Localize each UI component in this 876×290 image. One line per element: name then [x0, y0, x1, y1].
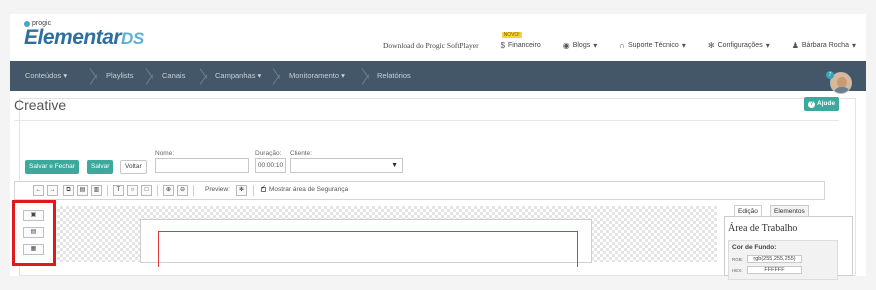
financeiro-link[interactable]: NOVO! $ Financeiro: [500, 32, 541, 50]
user-label: Bárbara Rocha: [801, 42, 849, 49]
side-tools-panel: ▣ ▤ ▦: [12, 200, 56, 266]
blogs-label: Blogs: [572, 42, 591, 49]
preview-gear-icon[interactable]: ✻: [236, 185, 247, 196]
toolbar-separator: [193, 185, 194, 196]
user-menu[interactable]: ♟ Bárbara Rocha ▾: [792, 41, 856, 50]
bg-color-header: Cor de Fundo:: [732, 244, 777, 251]
app-header: progic ElementarDS Download do Progic So…: [10, 14, 866, 61]
nav-canais[interactable]: Canais: [162, 61, 185, 91]
properties-panel: Edição Elementos Área de Trabalho Cor de…: [724, 205, 853, 280]
nav-separator: [200, 61, 212, 91]
new-badge: NOVO!: [501, 32, 522, 38]
name-label: Nome:: [155, 150, 175, 157]
hex-label: HEX:: [732, 268, 743, 273]
caret-down-icon: ▾: [257, 71, 262, 80]
financeiro-label: Financeiro: [508, 42, 541, 49]
rgb-input[interactable]: rgb(255,255,255): [747, 255, 802, 263]
config-label: Configurações: [717, 42, 763, 49]
nav-campanhas[interactable]: Campanhas ▾: [215, 61, 261, 91]
workspace-sheet[interactable]: [140, 219, 592, 267]
gear-icon: ✻: [707, 41, 715, 50]
save-button[interactable]: Salvar: [87, 160, 114, 174]
safety-area: [158, 231, 578, 267]
page-title: Creative: [14, 97, 67, 113]
editor-toolbar: ← → ⧉ ▤ ▥ T ○ □ ⊕ ⊖ Preview: ✻ Mostrar á…: [14, 181, 825, 200]
divider: [14, 120, 839, 121]
hex-input[interactable]: FFFFFF: [747, 266, 802, 274]
top-nav: Download do Progic SoftPlayer NOVO! $ Fi…: [361, 28, 856, 50]
headset-icon: ∩: [619, 41, 625, 50]
caret-down-icon: ▾: [341, 71, 345, 80]
background-color-box: Cor de Fundo: RGB: rgb(255,255,255) HEX:…: [728, 240, 838, 280]
user-icon: ♟: [791, 41, 799, 50]
editor-canvas[interactable]: [57, 206, 717, 267]
rss-icon: ◉: [562, 41, 570, 50]
back-button[interactable]: Voltar: [120, 160, 147, 174]
duration-label: Duração:: [255, 150, 282, 157]
main-navbar: Conteúdos ▾ Playlists Canais Campanhas ▾…: [10, 61, 866, 91]
logo-suffix-text: DS: [121, 29, 144, 48]
redo-icon[interactable]: →: [47, 185, 58, 196]
client-select[interactable]: ▼: [290, 158, 403, 173]
suporte-menu[interactable]: ∩ Suporte Técnico ▾: [619, 41, 686, 50]
preview-label: Preview:: [205, 186, 230, 193]
circle-tool-icon[interactable]: ○: [127, 185, 138, 196]
nav-relatorios[interactable]: Relatórios: [377, 61, 411, 91]
dollar-icon: $: [500, 41, 506, 50]
nav-separator: [362, 61, 374, 91]
logo-main-text: Elementar: [24, 26, 122, 49]
caret-down-icon: ▾: [765, 41, 770, 50]
dropdown-arrow-icon: ▼: [391, 162, 398, 169]
copy-icon[interactable]: ⧉: [63, 185, 74, 196]
undo-icon[interactable]: ←: [33, 185, 44, 196]
rectangle-tool-icon[interactable]: □: [141, 185, 152, 196]
caret-down-icon: ▾: [851, 41, 856, 50]
save-close-button[interactable]: Salvar e Fechar: [25, 160, 79, 174]
duration-input[interactable]: 00:00:10: [255, 158, 286, 173]
app-logo[interactable]: progic ElementarDS: [24, 20, 144, 50]
paste-icon[interactable]: ▤: [77, 185, 88, 196]
nav-playlists[interactable]: Playlists: [106, 61, 134, 91]
zoom-in-icon[interactable]: ⊕: [163, 185, 174, 196]
caret-down-icon: ▾: [63, 71, 68, 80]
text-tool-icon[interactable]: T: [113, 185, 124, 196]
toolbar-separator: [107, 185, 108, 196]
checkbox-checked-icon: [261, 184, 266, 192]
image-tool-icon[interactable]: ▣: [23, 210, 44, 221]
panel-body: Área de Trabalho Cor de Fundo: RGB: rgb(…: [724, 216, 853, 280]
nav-monitoramento[interactable]: Monitoramento ▾: [289, 61, 345, 91]
grid-tool-icon[interactable]: ▦: [23, 244, 44, 255]
rgb-label: RGB:: [732, 257, 744, 262]
toolbar-separator: [157, 185, 158, 196]
caret-down-icon: ▾: [681, 41, 686, 50]
caret-down-icon: ▾: [593, 41, 598, 50]
suporte-label: Suporte Técnico: [627, 42, 679, 49]
nav-separator: [90, 61, 102, 91]
nav-separator: [273, 61, 285, 91]
blogs-menu[interactable]: ◉ Blogs ▾: [563, 41, 598, 50]
help-button[interactable]: ? Ajude: [804, 97, 840, 111]
config-menu[interactable]: ✻ Configurações ▾: [708, 41, 770, 50]
question-icon: ?: [808, 100, 815, 108]
panel-title: Área de Trabalho: [728, 223, 798, 234]
file-tool-icon[interactable]: ▤: [23, 227, 44, 238]
nav-separator: [146, 61, 158, 91]
safety-area-checkbox[interactable]: Mostrar área de Segurança: [261, 184, 348, 193]
notification-badge: 7: [826, 71, 834, 79]
zoom-out-icon[interactable]: ⊖: [177, 185, 188, 196]
delete-icon[interactable]: ▥: [91, 185, 102, 196]
client-label: Cliente:: [290, 150, 313, 157]
toolbar-separator: [253, 185, 254, 196]
download-softplayer-link[interactable]: Download do Progic SoftPlayer: [383, 41, 479, 50]
name-input[interactable]: [155, 158, 249, 173]
nav-conteudos[interactable]: Conteúdos ▾: [25, 61, 67, 91]
